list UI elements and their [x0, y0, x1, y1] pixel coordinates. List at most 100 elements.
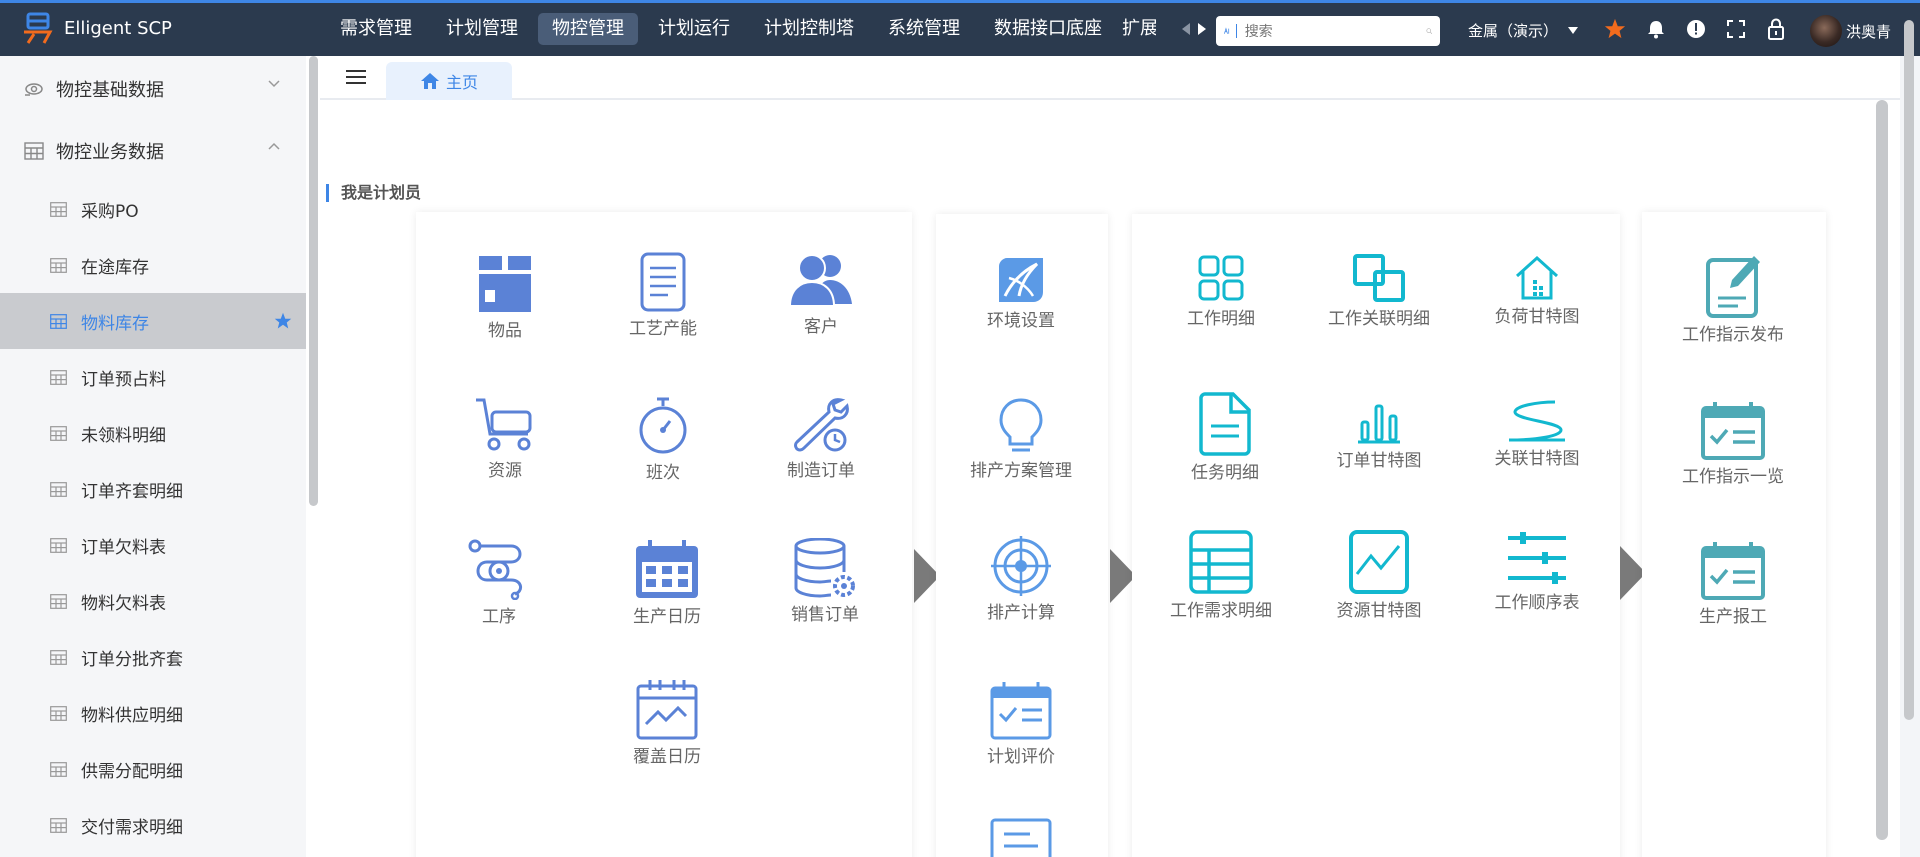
logo-icon: [24, 12, 53, 44]
tile-work-sequence[interactable]: 工作顺序表: [1472, 530, 1602, 613]
tile-resource-gantt[interactable]: 资源甘特图: [1314, 530, 1444, 621]
cart-icon: [476, 398, 532, 451]
tile-task-detail[interactable]: 任务明细: [1160, 392, 1290, 483]
menu-toggle-icon[interactable]: [346, 68, 366, 86]
tile-order-gantt[interactable]: 订单甘特图: [1314, 402, 1444, 471]
page-scrollbar[interactable]: [1904, 20, 1914, 720]
tile-label: 环境设置: [987, 311, 1055, 331]
tile-work-detail[interactable]: 工作明细: [1156, 254, 1286, 329]
tile-customers[interactable]: 客户: [756, 252, 886, 337]
tile-process-capacity[interactable]: 工艺产能: [598, 252, 728, 339]
tile-production-report[interactable]: 生产报工: [1668, 540, 1798, 627]
sidebar-item-material-supply[interactable]: 物料供应明细: [0, 685, 306, 741]
tab-bar: 主页: [320, 56, 1900, 100]
sidebar-group-label: 物控业务数据: [56, 142, 164, 163]
sidebar-item-delivery-demand[interactable]: 交付需求明细: [0, 797, 306, 853]
user-name: 洪奥青: [1846, 22, 1892, 41]
sidebar-item-unissued-detail[interactable]: 未领料明细: [0, 405, 306, 461]
sidebar-scrollbar[interactable]: [306, 56, 320, 857]
tile-label: 工作指示发布: [1682, 325, 1784, 345]
tab-home[interactable]: 主页: [386, 62, 512, 100]
sidebar-item-supply-demand-allocation[interactable]: 供需分配明细: [0, 741, 306, 797]
table-icon: [50, 817, 67, 833]
nav-item-data-interface[interactable]: 数据接口底座: [980, 13, 1116, 45]
favorites-star-icon[interactable]: [1604, 18, 1626, 40]
sidebar-item-order-kitting-detail[interactable]: 订单齐套明细: [0, 461, 306, 517]
tile-work-relation-detail[interactable]: 工作关联明细: [1314, 254, 1444, 329]
tenant-selector[interactable]: 金属（演示）: [1468, 20, 1579, 41]
nav-item-demand[interactable]: 需求管理: [326, 13, 426, 45]
tile-label: 订单甘特图: [1336, 451, 1422, 471]
sidebar-item-batch-kitting[interactable]: 订单分批齐套: [0, 629, 306, 685]
nav-next-icon[interactable]: [1198, 23, 1206, 35]
tile-production-calendar[interactable]: 生产日历: [602, 538, 732, 627]
caret-down-icon: [1568, 26, 1579, 34]
search-input[interactable]: [1244, 23, 1426, 39]
tile-environment-settings[interactable]: 环境设置: [956, 256, 1086, 331]
sidebar-group-label: 物控基础数据: [56, 80, 164, 101]
chart-calendar-icon: [636, 680, 698, 740]
sidebar-item-material-shortage[interactable]: 物料欠料表: [0, 573, 306, 629]
tile-sales-orders[interactable]: 销售订单: [760, 538, 890, 625]
tile-resources[interactable]: 资源: [440, 396, 570, 481]
tile-operations[interactable]: 工序: [434, 538, 564, 627]
edit-document-icon: [1706, 256, 1760, 318]
alert-icon[interactable]: [1686, 19, 1706, 39]
document-list-icon: [990, 818, 1052, 857]
tile-label: 资源甘特图: [1336, 601, 1422, 621]
nav-item-control-tower[interactable]: 计划控制塔: [750, 13, 868, 45]
sidebar-group-basic-data[interactable]: 物控基础数据: [0, 58, 306, 120]
stopwatch-icon: [639, 397, 687, 454]
sidebar-scroll-thumb[interactable]: [309, 56, 318, 506]
nav-item-material-control[interactable]: 物控管理: [538, 13, 638, 45]
tile-scheduling-calculation[interactable]: 排产计算: [956, 536, 1086, 623]
bell-icon[interactable]: [1646, 19, 1666, 39]
sidebar-group-business-data[interactable]: 物控业务数据: [0, 120, 306, 182]
favorite-star-icon[interactable]: [274, 312, 292, 330]
tile-label: 负荷甘特图: [1494, 307, 1580, 327]
tile-more[interactable]: [956, 818, 1086, 857]
nav-item-plan[interactable]: 计划管理: [432, 13, 532, 45]
tile-coverage-calendar[interactable]: 覆盖日历: [602, 678, 732, 767]
tile-label: 物品: [488, 321, 522, 341]
tile-relation-gantt[interactable]: 关联甘特图: [1472, 400, 1602, 469]
sidebar-item-material-stock[interactable]: 物料库存: [0, 293, 306, 349]
tile-work-instruction-publish[interactable]: 工作指示发布: [1668, 254, 1798, 345]
fullscreen-icon[interactable]: [1726, 19, 1746, 39]
nav-prev-icon[interactable]: [1182, 23, 1190, 35]
tile-items[interactable]: 物品: [440, 252, 570, 341]
nav-item-extension[interactable]: 扩展: [1122, 13, 1156, 45]
tile-label: 客户: [804, 317, 838, 337]
sidebar-item-order-preallocation[interactable]: 订单预占料: [0, 349, 306, 405]
ai-icon[interactable]: [1224, 23, 1230, 39]
tile-load-gantt[interactable]: 负荷甘特图: [1472, 254, 1602, 327]
table-icon: [50, 257, 67, 273]
tile-label: 资源: [488, 461, 522, 481]
tab-home-label: 主页: [445, 73, 478, 92]
sidebar-item-purchase-po[interactable]: 采购PO: [0, 181, 306, 237]
wrench-icon: [794, 398, 849, 452]
document-icon: [640, 252, 686, 312]
sidebar-item-order-shortage[interactable]: 订单欠料表: [0, 517, 306, 573]
tile-manufacturing-orders[interactable]: 制造订单: [756, 396, 886, 481]
tile-work-instruction-list[interactable]: 工作指示一览: [1668, 400, 1798, 487]
chevron-up-icon: [268, 142, 280, 150]
tile-label: 工艺产能: [629, 319, 697, 339]
sidebar-item-in-transit-stock[interactable]: 在途库存: [0, 237, 306, 293]
nav-item-system[interactable]: 系统管理: [874, 13, 974, 45]
nav-item-plan-run[interactable]: 计划运行: [644, 13, 744, 45]
tile-shifts[interactable]: 班次: [598, 396, 728, 483]
lock-icon[interactable]: [1766, 18, 1786, 40]
user-menu[interactable]: 洪奥青: [1810, 15, 1891, 47]
sidebar-item-label: 未领料明细: [81, 425, 166, 446]
tile-scheduling-plan[interactable]: 排产方案管理: [956, 398, 1086, 481]
table-icon: [50, 481, 67, 497]
tile-label: 排产方案管理: [970, 461, 1072, 481]
main-scrollbar[interactable]: [1876, 100, 1888, 840]
tile-plan-evaluation[interactable]: 计划评价: [956, 680, 1086, 767]
sidebar-item-label: 订单欠料表: [81, 537, 166, 558]
app-logo[interactable]: Elligent SCP: [20, 11, 172, 45]
search-icon[interactable]: [1426, 23, 1432, 39]
tile-work-demand-detail[interactable]: 工作需求明细: [1156, 530, 1286, 621]
calendar-check-icon: [990, 682, 1052, 740]
